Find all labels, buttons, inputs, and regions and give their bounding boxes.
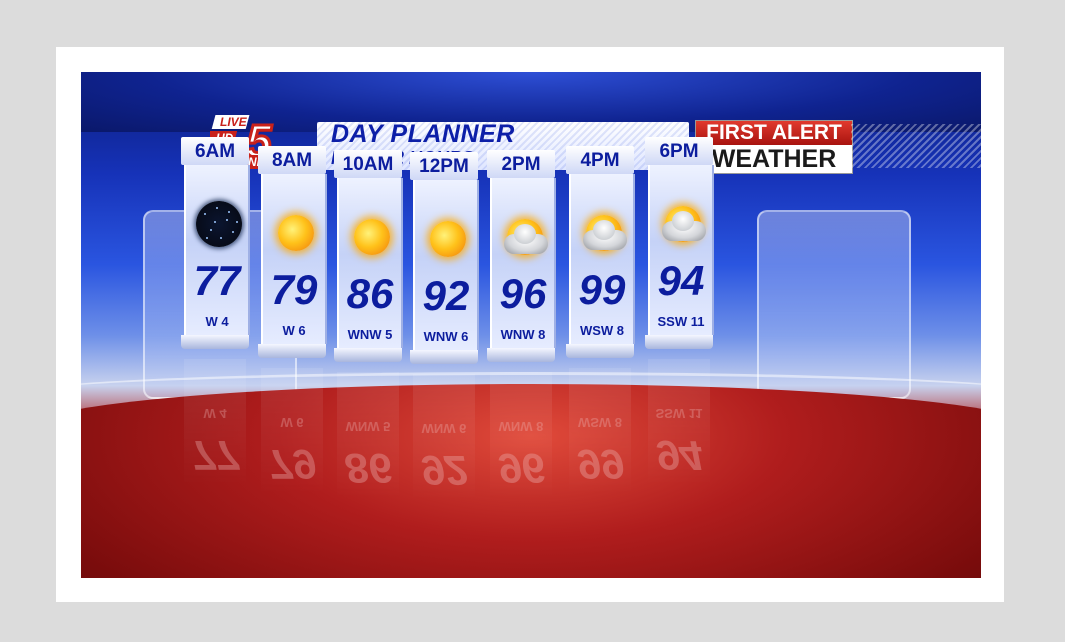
forecast-card-body: 94 SSW 11: [648, 165, 714, 335]
forecast-wind: WNW 8: [500, 327, 546, 342]
partly-cloudy-icon: [581, 210, 627, 256]
forecast-card: 6AM 77 W 4: [181, 137, 250, 355]
page-title: DAY PLANNER: [331, 120, 515, 148]
forecast-temperature: 94: [657, 257, 705, 304]
forecast-wind: WNW 5: [347, 327, 393, 342]
forecast-card-body: 99 WSW 8: [569, 174, 635, 344]
forecast-temperature: 79: [270, 266, 318, 313]
forecast-card-body: 79 W 6: [261, 174, 327, 344]
logo-live-text: LIVE: [220, 115, 248, 129]
first-alert-badge: FIRST ALERT WEATHER: [695, 120, 853, 174]
forecast-temperature: 96: [499, 270, 547, 317]
night-clear-icon: [196, 201, 242, 247]
glass-panel-right: [757, 210, 911, 399]
forecast-card: 2PM 96 WNW 8: [487, 150, 556, 368]
forecast-time: 8AM: [258, 146, 326, 174]
forecast-card: 4PM 99 WSW 8: [566, 146, 635, 364]
forecast-time: 12PM: [410, 152, 478, 180]
forecast-card: 6PM 94 SSW 11: [645, 137, 714, 355]
forecast-temperature: 92: [422, 272, 470, 319]
forecast-temperature: 99: [578, 266, 626, 313]
forecast-card-base: [566, 344, 634, 358]
forecast-temperature: 77: [193, 257, 241, 304]
forecast-card-body: 77 W 4: [184, 165, 250, 335]
forecast-time: 6PM: [645, 137, 713, 165]
forecast-card-body: 86 WNW 5: [337, 178, 403, 348]
forecast-temperature: 86: [346, 270, 394, 317]
forecast-wind: W 4: [205, 314, 229, 329]
header-stripe: [851, 124, 981, 168]
forecast-card-base: [181, 335, 249, 349]
forecast-card-base: [334, 348, 402, 362]
partly-cloudy-icon: [502, 214, 548, 260]
forecast-time: 2PM: [487, 150, 555, 178]
weather-label: WEATHER: [711, 145, 837, 173]
forecast-card-base: [645, 335, 713, 349]
weather-graphic: LIVE HD 5 NEWS DAY PLANNER NEXT 12 HOURS…: [81, 72, 981, 578]
forecast-time: 10AM: [334, 150, 402, 178]
sunny-icon: [425, 216, 471, 262]
forecast-time: 6AM: [181, 137, 249, 165]
partly-cloudy-icon: [660, 201, 706, 247]
forecast-card: 12PM 92 WNW 6: [410, 152, 479, 370]
sunny-icon: [273, 210, 319, 256]
forecast-wind: SSW 11: [657, 314, 705, 329]
first-alert-label: FIRST ALERT: [696, 121, 852, 145]
forecast-card: 8AM 79 W 6: [258, 146, 327, 364]
forecast-card-body: 92 WNW 6: [413, 180, 479, 350]
forecast-card-base: [258, 344, 326, 358]
forecast-card-base: [487, 348, 555, 362]
forecast-wind: WSW 8: [579, 323, 625, 338]
floor-rim: [81, 372, 981, 415]
sunny-icon: [349, 214, 395, 260]
forecast-wind: WNW 6: [423, 329, 469, 344]
forecast-card-base: [410, 350, 478, 364]
forecast-card: 10AM 86 WNW 5: [334, 150, 403, 368]
forecast-time: 4PM: [566, 146, 634, 174]
forecast-card-body: 96 WNW 8: [490, 178, 556, 348]
forecast-wind: W 6: [282, 323, 306, 338]
